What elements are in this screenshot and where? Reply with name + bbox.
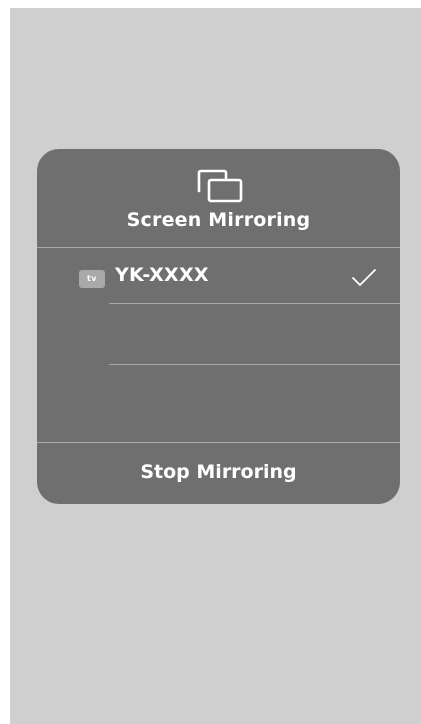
checkmark-icon xyxy=(352,269,376,286)
apple-tv-badge-label: tv xyxy=(86,274,98,283)
device-row-yk-xxxx[interactable]: tv YK-XXXX xyxy=(37,248,400,303)
screen-mirroring-icon xyxy=(197,169,243,203)
panel-title: Screen Mirroring xyxy=(126,209,311,231)
panel-header: Screen Mirroring xyxy=(37,149,400,247)
stop-mirroring-label: Stop Mirroring xyxy=(140,461,297,483)
screen-mirroring-panel: Screen Mirroring tv YK-XXXX Stop Mirrori… xyxy=(37,149,400,504)
device-name: YK-XXXX xyxy=(115,264,209,286)
apple-tv-icon: tv xyxy=(79,270,105,288)
empty-device-row xyxy=(37,304,400,364)
stop-mirroring-button[interactable]: Stop Mirroring xyxy=(37,443,400,504)
screen-background: Screen Mirroring tv YK-XXXX Stop Mirrori… xyxy=(10,8,421,724)
empty-device-row xyxy=(37,365,400,442)
